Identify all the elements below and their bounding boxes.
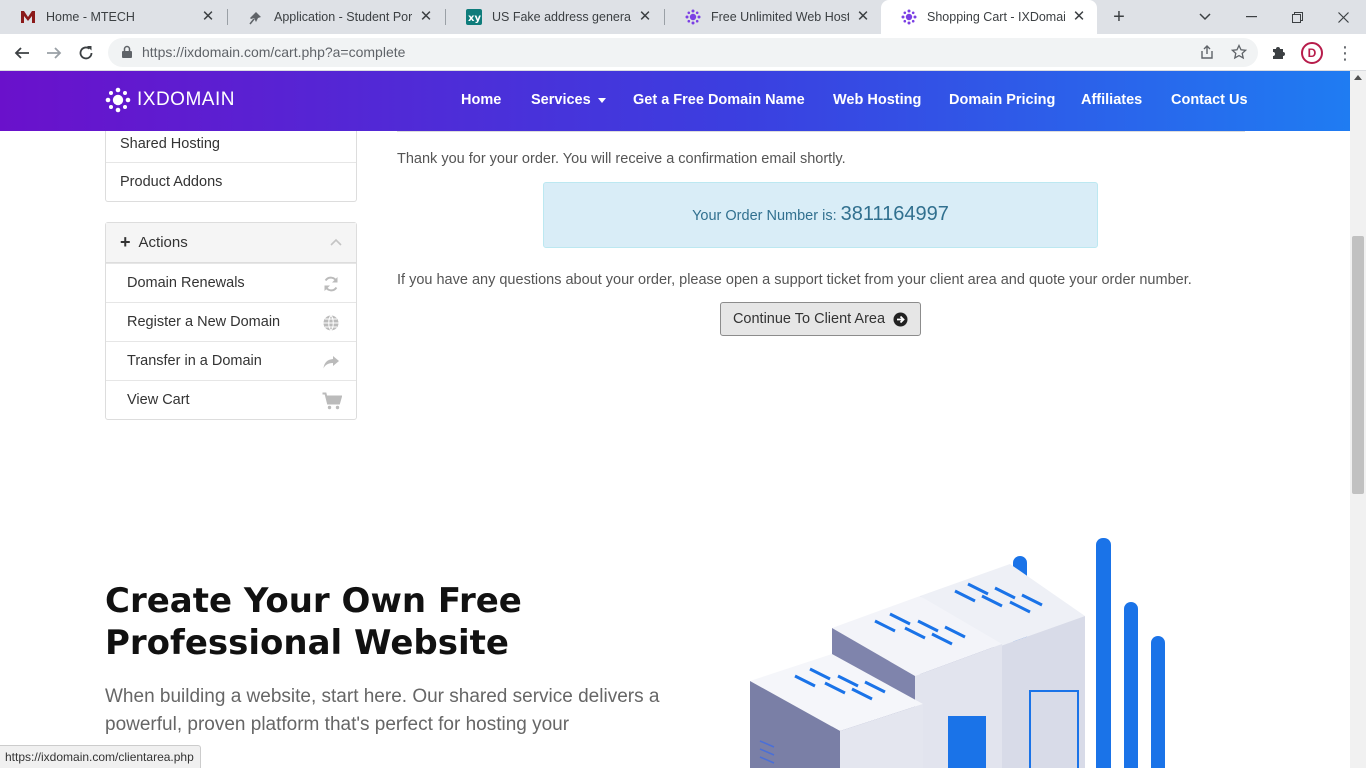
ixdomain-logo-icon	[105, 87, 131, 113]
continue-to-client-area-button[interactable]: Continue To Client Area	[720, 302, 921, 336]
sidebar-item-domain-renewals[interactable]: Domain Renewals	[106, 263, 356, 302]
nav-services[interactable]: Services	[531, 92, 606, 108]
order-question-text: If you have any questions about your ord…	[397, 272, 1192, 288]
nav-web-hosting[interactable]: Web Hosting	[833, 92, 921, 108]
more-menu-icon[interactable]: ⋮	[1336, 42, 1354, 64]
status-url-bubble: https://ixdomain.com/clientarea.php	[0, 745, 201, 768]
share-icon[interactable]	[1198, 44, 1216, 62]
caret-down-icon	[597, 97, 606, 103]
categories-panel: Shared Hosting Product Addons	[105, 131, 357, 202]
hero-text: When building a website, start here. Our…	[105, 686, 660, 735]
order-number-label: Your Order Number is:	[692, 208, 837, 224]
sidebar-item-label: Register a New Domain	[127, 314, 281, 330]
xy-logo-icon: xy	[466, 9, 482, 25]
url-text: https://ixdomain.com/cart.php?a=complete	[142, 44, 406, 60]
nav-domain-pricing[interactable]: Domain Pricing	[949, 92, 1055, 108]
sidebar-item-shared-hosting[interactable]: Shared Hosting	[106, 131, 356, 162]
hero-title: Create Your Own Free Professional Websit…	[105, 580, 665, 664]
mtech-logo-icon	[20, 9, 36, 25]
ixdomain-logo-icon	[901, 9, 917, 25]
site-logo[interactable]: IXDOMAIN	[105, 87, 235, 113]
plus-icon: +	[120, 232, 131, 252]
logo-text: IXDOMAIN	[137, 89, 235, 110]
tab-title: Free Unlimited Web Hosting	[711, 10, 849, 24]
server-illustration	[750, 538, 1165, 768]
restore-icon[interactable]	[1274, 0, 1320, 34]
order-thanks-text: Thank you for your order. You will recei…	[397, 151, 846, 167]
extensions-puzzle-icon[interactable]	[1270, 43, 1290, 63]
browser-tab-strip: Home - MTECH ✕ Application - Student Por…	[0, 0, 1366, 34]
forward-arrow-icon[interactable]	[41, 40, 67, 66]
sidebar-item-register-domain[interactable]: Register a New Domain	[106, 302, 356, 341]
close-window-icon[interactable]	[1320, 0, 1366, 34]
sidebar-item-view-cart[interactable]: View Cart	[106, 380, 356, 419]
globe-icon	[322, 314, 340, 332]
minimize-icon[interactable]	[1228, 0, 1274, 34]
site-header: IXDOMAIN Home Services Get a Free Domain…	[0, 71, 1350, 131]
nav-affiliates[interactable]: Affiliates	[1081, 92, 1142, 108]
nav-contact-us[interactable]: Contact Us	[1171, 92, 1248, 108]
nav-home[interactable]: Home	[461, 92, 501, 108]
hero-title-line: Professional Website	[105, 623, 509, 663]
ixdomain-logo-icon	[685, 9, 701, 25]
close-tab-icon[interactable]: ✕	[200, 9, 216, 25]
close-tab-icon[interactable]: ✕	[418, 9, 434, 25]
tab-title: US Fake address generator in	[492, 10, 631, 24]
close-tab-icon[interactable]: ✕	[855, 9, 871, 25]
close-tab-icon[interactable]: ✕	[1071, 9, 1087, 25]
sidebar-item-transfer-domain[interactable]: Transfer in a Domain	[106, 341, 356, 380]
arrow-circle-right-icon	[893, 312, 908, 327]
sidebar-item-label: Domain Renewals	[127, 275, 245, 291]
page-content: Shared Hosting Product Addons + Actions …	[0, 131, 1350, 768]
cart-icon	[322, 392, 343, 410]
actions-panel-header[interactable]: + Actions	[106, 223, 356, 263]
tab-search-chevron-icon[interactable]	[1182, 0, 1228, 34]
hero-title-line: Create Your Own Free	[105, 581, 522, 621]
profile-avatar[interactable]: D	[1301, 42, 1323, 64]
share-arrow-icon	[322, 353, 340, 371]
tab-title: Home - MTECH	[46, 10, 135, 24]
sidebar-item-label: Product Addons	[120, 174, 223, 190]
divider	[397, 131, 1245, 132]
browser-tab[interactable]: xy US Fake address generator in ✕	[446, 0, 663, 34]
lock-icon[interactable]	[120, 45, 134, 59]
browser-tab-active[interactable]: Shopping Cart - IXDomain - ✕	[881, 0, 1097, 34]
scroll-up-arrow-icon[interactable]	[1354, 75, 1362, 80]
back-arrow-icon[interactable]	[9, 40, 35, 66]
order-number-alert: Your Order Number is: 3811164997	[543, 182, 1098, 248]
browser-tab[interactable]: Application - Student Portal ✕	[228, 0, 444, 34]
scrollbar-thumb[interactable]	[1352, 236, 1364, 494]
sidebar-item-label: View Cart	[127, 392, 190, 408]
continue-button-label: Continue To Client Area	[732, 311, 886, 327]
actions-title: Actions	[138, 234, 188, 251]
svg-text:xy: xy	[468, 13, 481, 24]
bookmark-star-icon[interactable]	[1230, 43, 1248, 62]
refresh-icon	[322, 275, 340, 293]
sidebar-item-label: Transfer in a Domain	[127, 353, 262, 369]
order-number: 3811164997	[840, 203, 949, 225]
sidebar-item-label: Shared Hosting	[120, 135, 220, 152]
reload-icon[interactable]	[73, 40, 99, 66]
browser-tab[interactable]: Home - MTECH ✕	[0, 0, 226, 34]
nav-free-domain[interactable]: Get a Free Domain Name	[633, 92, 805, 108]
pin-icon	[248, 9, 264, 25]
sidebar-item-product-addons[interactable]: Product Addons	[106, 162, 356, 201]
browser-tab[interactable]: Free Unlimited Web Hosting ✕	[665, 0, 881, 34]
actions-panel: + Actions Domain Renewals Register a New…	[105, 222, 357, 420]
close-tab-icon[interactable]: ✕	[637, 9, 653, 25]
nav-services-label: Services	[531, 92, 591, 108]
chevron-up-icon[interactable]	[330, 236, 342, 248]
tab-title: Shopping Cart - IXDomain -	[927, 10, 1065, 24]
new-tab-icon[interactable]: +	[1108, 6, 1130, 28]
browser-toolbar: https://ixdomain.com/cart.php?a=complete…	[0, 34, 1366, 71]
page-scrollbar[interactable]	[1350, 71, 1366, 768]
address-bar[interactable]: https://ixdomain.com/cart.php?a=complete	[108, 38, 1258, 67]
tab-title: Application - Student Portal	[274, 10, 412, 24]
